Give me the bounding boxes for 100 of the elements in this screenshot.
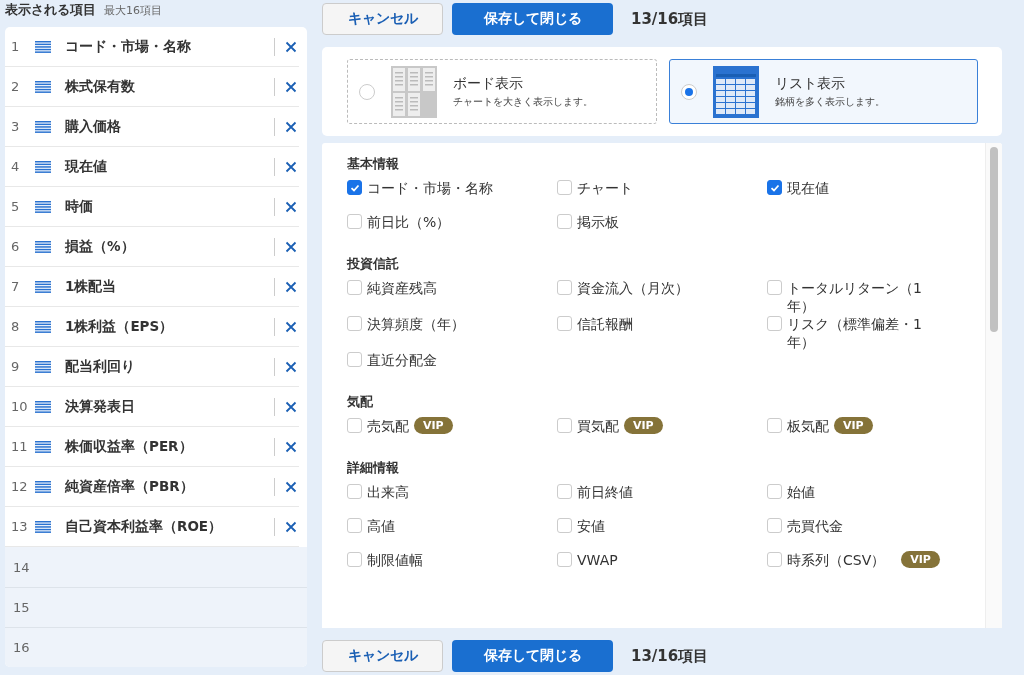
drag-handle-icon[interactable]	[35, 520, 51, 533]
slot-number: 8	[11, 319, 21, 334]
option-label: 前日比（%）	[367, 213, 451, 231]
drag-handle-icon[interactable]	[35, 80, 51, 93]
option-label: 純資産残高	[367, 279, 437, 297]
checkbox[interactable]	[767, 316, 782, 331]
drag-handle-icon[interactable]	[35, 360, 51, 373]
checkbox[interactable]	[767, 518, 782, 533]
slot-number: 16	[13, 640, 31, 655]
slot-number: 4	[11, 159, 21, 174]
view-option[interactable]: ボード表示 チャートを大きく表示します。	[347, 59, 657, 124]
item-label: 株価収益率（PER）	[65, 437, 194, 456]
checkbox[interactable]	[557, 552, 572, 567]
cancel-button[interactable]: キャンセル	[322, 640, 443, 672]
vip-badge: VIP	[414, 417, 453, 434]
drag-handle-icon[interactable]	[35, 160, 51, 173]
close-icon[interactable]	[285, 280, 297, 293]
section-heading: 気配	[347, 393, 374, 411]
checkbox[interactable]	[767, 418, 782, 433]
close-icon[interactable]	[285, 80, 297, 93]
checkbox[interactable]	[347, 214, 362, 229]
table-layout-icon	[712, 65, 759, 118]
checkbox[interactable]	[767, 484, 782, 499]
drag-handle-icon[interactable]	[35, 120, 51, 133]
scrollbar-thumb[interactable]	[990, 147, 998, 332]
drag-handle-icon[interactable]	[35, 240, 51, 253]
option-label: 直近分配金	[367, 351, 437, 369]
save-button[interactable]: 保存して閉じる	[452, 640, 613, 672]
checkbox[interactable]	[347, 484, 362, 499]
checkbox[interactable]	[557, 518, 572, 533]
section-heading: 基本情報	[347, 155, 400, 173]
close-icon[interactable]	[285, 400, 297, 413]
slot-number: 5	[11, 199, 21, 214]
close-icon[interactable]	[285, 160, 297, 173]
checkbox[interactable]	[347, 418, 362, 433]
slot-number: 10	[11, 399, 29, 414]
checkbox[interactable]	[347, 316, 362, 331]
view-option[interactable]: リスト表示 銘柄を多く表示します。	[668, 59, 978, 124]
vip-badge: VIP	[624, 417, 663, 434]
drag-handle-icon[interactable]	[35, 400, 51, 413]
close-icon[interactable]	[285, 240, 297, 253]
option-label: 前日終値	[577, 483, 633, 501]
item-count: 13/16項目	[631, 9, 709, 29]
drag-handle-icon[interactable]	[35, 40, 51, 53]
slot-number: 13	[11, 519, 29, 534]
drag-handle-icon[interactable]	[35, 320, 51, 333]
drag-handle-icon[interactable]	[35, 480, 51, 493]
close-icon[interactable]	[285, 360, 297, 373]
checkbox[interactable]	[347, 552, 362, 567]
slot-number: 14	[13, 559, 31, 575]
close-icon[interactable]	[285, 520, 297, 533]
close-icon[interactable]	[285, 480, 297, 493]
view-title: ボード表示	[453, 74, 524, 93]
checkbox[interactable]	[557, 484, 572, 499]
close-icon[interactable]	[285, 40, 297, 53]
checkbox[interactable]	[767, 552, 782, 567]
checkbox[interactable]	[557, 316, 572, 331]
slot-number: 9	[11, 359, 21, 374]
checkbox[interactable]	[347, 352, 362, 367]
close-icon[interactable]	[285, 320, 297, 333]
item-label: 1株利益（EPS）	[65, 317, 175, 336]
cancel-button[interactable]: キャンセル	[322, 3, 443, 35]
option-label: 買気配	[577, 417, 619, 435]
checkbox[interactable]	[347, 518, 362, 533]
checkbox[interactable]	[767, 280, 782, 295]
section-heading: 詳細情報	[347, 459, 400, 477]
save-button[interactable]: 保存して閉じる	[452, 3, 613, 35]
option-label: 始値	[787, 483, 815, 501]
item-count: 13/16項目	[631, 646, 709, 666]
radio-button[interactable]	[359, 83, 375, 100]
checkbox[interactable]	[347, 280, 362, 295]
option-label: 掲示板	[577, 213, 619, 231]
option-label: VWAP	[577, 551, 618, 569]
close-icon[interactable]	[285, 120, 297, 133]
checkbox[interactable]	[767, 180, 782, 195]
option-label: 現在値	[787, 179, 829, 197]
panel-title: 表示される項目	[5, 1, 96, 19]
checkbox[interactable]	[557, 180, 572, 195]
slot-number: 3	[11, 119, 21, 134]
option-label: 売買代金	[787, 517, 843, 535]
slot-number: 15	[13, 600, 31, 615]
drag-handle-icon[interactable]	[35, 440, 51, 453]
option-label: 制限値幅	[367, 551, 423, 569]
item-label: 現在値	[65, 157, 108, 176]
close-icon[interactable]	[285, 200, 297, 213]
close-icon[interactable]	[285, 440, 297, 453]
item-label: 自己資本利益率（ROE）	[65, 517, 224, 536]
checkbox[interactable]	[557, 214, 572, 229]
checkbox[interactable]	[347, 180, 362, 195]
slot-number: 2	[11, 79, 21, 94]
drag-handle-icon[interactable]	[35, 280, 51, 293]
option-label: 資金流入（月次）	[577, 279, 689, 297]
radio-button[interactable]	[680, 83, 697, 100]
drag-handle-icon[interactable]	[35, 200, 51, 213]
vip-badge: VIP	[834, 417, 873, 434]
checkbox[interactable]	[557, 280, 572, 295]
slot-number: 11	[11, 439, 29, 454]
item-label: 純資産倍率（PBR）	[65, 477, 195, 496]
item-label: 損益（%）	[65, 237, 136, 256]
checkbox[interactable]	[557, 418, 572, 433]
